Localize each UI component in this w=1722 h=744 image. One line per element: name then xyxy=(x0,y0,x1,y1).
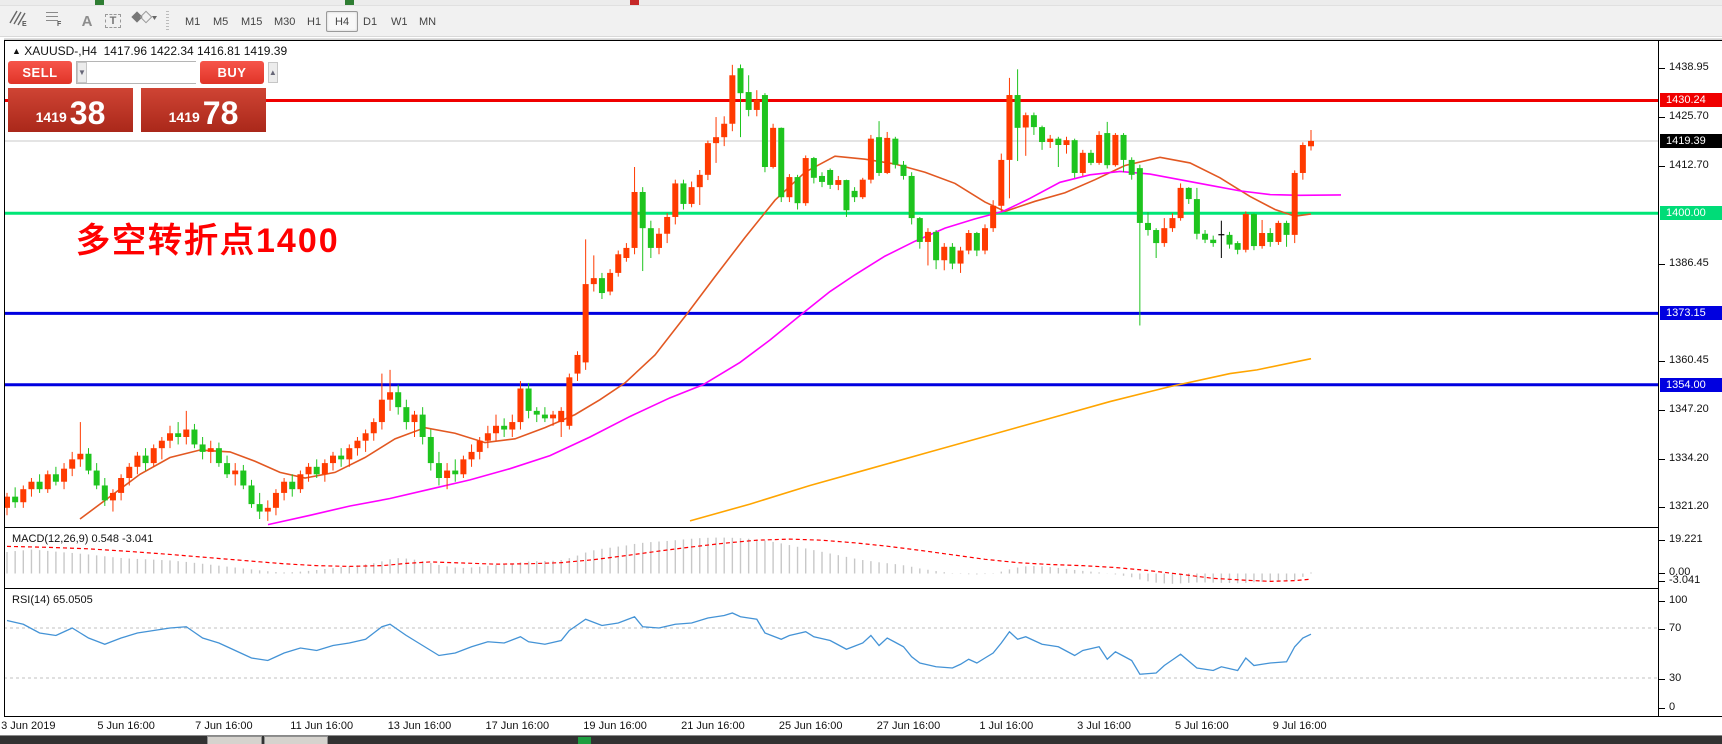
date-label: 27 Jun 16:00 xyxy=(877,720,941,732)
axis-tick xyxy=(1659,581,1665,582)
price-tick-label: 1438.95 xyxy=(1669,61,1709,73)
axis-tick xyxy=(1659,629,1665,630)
rsi-line xyxy=(7,613,1311,674)
taskbar-button[interactable] xyxy=(207,736,262,744)
toolbar-grip[interactable] xyxy=(166,11,169,32)
price-badge-1400.00: 1400.00 xyxy=(1660,206,1722,220)
price-axis-panel[interactable]: 1438.95 1425.70 1412.70 1386.45 1360.45 1347.… xyxy=(1658,41,1722,716)
macd-tick-label: 19.221 xyxy=(1669,533,1703,545)
ma-slow xyxy=(690,359,1311,521)
text-label-icon[interactable]: A xyxy=(74,9,100,33)
axis-tick xyxy=(1659,459,1665,460)
date-label: 3 Jul 16:00 xyxy=(1077,720,1131,732)
time-axis[interactable]: 3 Jun 2019 5 Jun 16:00 7 Jun 16:00 11 Jun 1… xyxy=(4,717,1658,735)
pane-separator[interactable] xyxy=(4,588,1722,589)
date-label: 21 Jun 16:00 xyxy=(681,720,745,732)
axis-tick xyxy=(1659,117,1665,118)
price-tick-label: 1321.20 xyxy=(1669,500,1709,512)
axis-tick xyxy=(1659,68,1665,69)
ma-fast xyxy=(80,156,1311,519)
axis-tick xyxy=(1659,361,1665,362)
date-label: 25 Jun 16:00 xyxy=(779,720,843,732)
rsi-tick-label: 70 xyxy=(1669,622,1681,634)
price-badge-1419.39: 1419.39 xyxy=(1660,134,1722,148)
axis-tick xyxy=(1659,679,1665,680)
date-label: 5 Jul 16:00 xyxy=(1175,720,1229,732)
date-label: 17 Jun 16:00 xyxy=(485,720,549,732)
price-tick-label: 1347.20 xyxy=(1669,403,1709,415)
rsi-tick-label: 0 xyxy=(1669,701,1675,713)
top-strip-red-fragment xyxy=(630,0,639,5)
volume-decrease-icon[interactable]: ▼ xyxy=(77,62,87,83)
macd-pane[interactable]: MACD(12,26,9) 0.548 -3.041 xyxy=(4,529,1658,588)
date-label: 9 Jul 16:00 xyxy=(1273,720,1327,732)
rsi-pane[interactable]: RSI(14) 65.0505 xyxy=(4,590,1658,716)
sell-price-pips: 38 xyxy=(70,98,106,128)
axis-tick xyxy=(1659,166,1665,167)
axis-tick xyxy=(1659,410,1665,411)
taskbar-cut-strip xyxy=(0,735,1722,744)
buy-price-base: 1419 xyxy=(169,109,200,125)
price-tick-label: 1334.20 xyxy=(1669,452,1709,464)
price-tick-label: 1386.45 xyxy=(1669,257,1709,269)
date-label: 11 Jun 16:00 xyxy=(290,720,353,732)
axis-tick xyxy=(1659,540,1665,541)
date-label: 1 Jul 16:00 xyxy=(979,720,1033,732)
volume-increase-icon[interactable]: ▲ xyxy=(268,62,278,83)
sell-price-base: 1419 xyxy=(36,109,67,125)
grid-icon[interactable]: F xyxy=(44,9,70,33)
symbol-name: XAUUSD-,H4 xyxy=(24,44,97,58)
indicators-icon[interactable]: E xyxy=(8,9,34,33)
date-label: 13 Jun 16:00 xyxy=(388,720,452,732)
taskbar-button[interactable] xyxy=(264,736,328,744)
price-tick-label: 1412.70 xyxy=(1669,159,1709,171)
toolbar: E F A T M1M5M15M30H1H4D1W1MN xyxy=(0,6,1722,37)
chart-left-border xyxy=(4,41,5,716)
axis-tick xyxy=(1659,264,1665,265)
buy-price-box[interactable]: 1419 78 xyxy=(141,88,266,132)
macd-tick-label: -3.041 xyxy=(1669,574,1700,586)
chart-direction-icon: ▲ xyxy=(12,46,21,56)
price-badge-1354.00: 1354.00 xyxy=(1660,378,1722,392)
shapes-icon[interactable] xyxy=(130,9,164,33)
pane-separator[interactable] xyxy=(4,527,1722,528)
svg-text:F: F xyxy=(57,21,62,27)
date-label: 5 Jun 16:00 xyxy=(97,720,155,732)
axis-tick xyxy=(1659,708,1665,709)
volume-stepper: ▼ ▲ xyxy=(76,61,196,84)
date-label: 3 Jun 2019 xyxy=(1,720,55,732)
ma-mid xyxy=(268,171,1341,524)
axis-tick xyxy=(1659,573,1665,574)
macd-label: MACD(12,26,9) 0.548 -3.041 xyxy=(12,533,153,545)
top-strip-green-fragment xyxy=(345,0,354,5)
top-strip-green-fragment xyxy=(95,0,104,5)
price-badge-1373.15: 1373.15 xyxy=(1660,306,1722,320)
buy-price-pips: 78 xyxy=(203,98,239,128)
text-box-icon[interactable]: T xyxy=(100,9,126,33)
ohlc-values: 1417.96 1422.34 1416.81 1419.39 xyxy=(104,44,288,58)
axis-tick xyxy=(1659,507,1665,508)
axis-tick xyxy=(1659,601,1665,602)
rsi-label: RSI(14) 65.0505 xyxy=(12,594,93,606)
date-label: 19 Jun 16:00 xyxy=(583,720,647,732)
candles xyxy=(4,64,1314,520)
timeframe-mn[interactable]: MN xyxy=(410,11,445,32)
symbol-header: ▲ XAUUSD-,H4 1417.96 1422.34 1416.81 141… xyxy=(12,44,287,58)
chart-annotation-text[interactable]: 多空转折点1400 xyxy=(76,213,340,262)
buy-button[interactable]: BUY xyxy=(200,61,264,84)
taskbar-green-item[interactable] xyxy=(578,737,591,744)
rsi-tick-label: 100 xyxy=(1669,594,1687,606)
svg-text:E: E xyxy=(22,21,27,27)
sell-price-box[interactable]: 1419 38 xyxy=(8,88,133,132)
date-label: 7 Jun 16:00 xyxy=(195,720,253,732)
one-click-trade-panel: SELL ▼ ▲ BUY 1419 38 1419 78 xyxy=(8,60,266,132)
price-badge-1430.24: 1430.24 xyxy=(1660,93,1722,107)
price-tick-label: 1360.45 xyxy=(1669,354,1709,366)
rsi-tick-label: 30 xyxy=(1669,672,1681,684)
rsi-canvas xyxy=(4,590,1658,716)
sell-button[interactable]: SELL xyxy=(8,61,72,84)
macd-canvas xyxy=(4,529,1658,588)
price-tick-label: 1425.70 xyxy=(1669,110,1709,122)
